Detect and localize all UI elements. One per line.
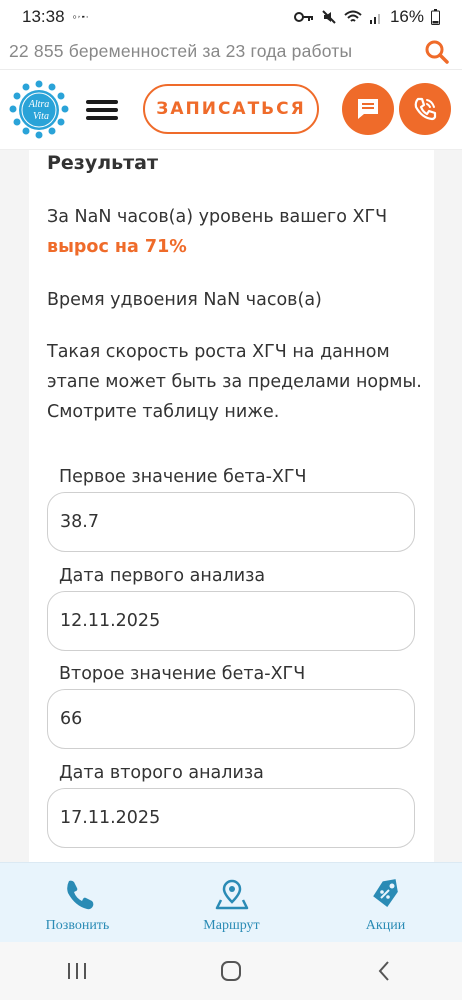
result-title: Результат — [47, 152, 159, 174]
first-value-input[interactable] — [47, 492, 415, 552]
second-value-label: Второе значение бета-ХГЧ — [59, 664, 306, 684]
phone-icon — [66, 880, 93, 910]
chat-icon — [358, 99, 378, 119]
call-button[interactable] — [399, 83, 451, 135]
recent-apps-icon[interactable] — [65, 960, 89, 982]
first-value-label: Первое значение бета-ХГЧ — [59, 467, 307, 487]
signal-icon — [369, 14, 380, 24]
status-bar: 13:38 16% — [0, 0, 462, 34]
second-date-label: Дата второго анализа — [59, 763, 264, 783]
mute-icon — [322, 10, 336, 24]
nav-call-label: Позвонить — [45, 918, 110, 933]
second-date-input[interactable] — [47, 788, 415, 848]
nav-route[interactable]: Маршрут — [184, 863, 279, 943]
phone-icon — [414, 97, 437, 121]
wifi-icon — [344, 10, 362, 22]
warning-line: этапе может быть за пределами нормы. — [47, 372, 422, 392]
first-date-label: Дата первого анализа — [59, 566, 266, 586]
nav-call[interactable]: Позвонить — [30, 863, 125, 943]
menu-line — [86, 108, 118, 112]
tag-icon — [372, 879, 398, 907]
chat-button[interactable] — [342, 83, 394, 135]
svg-text:Altra: Altra — [28, 99, 50, 110]
notification-icons — [72, 15, 88, 19]
search-icon[interactable] — [424, 39, 450, 65]
map-pin-icon — [215, 879, 248, 910]
warning-line: Смотрите таблицу ниже. — [47, 402, 280, 422]
promo-text: 22 855 беременностей за 23 года работы — [9, 41, 353, 61]
site-header: Altra Vita ЗАПИСАТЬСЯ — [0, 70, 462, 150]
second-value-input[interactable] — [47, 689, 415, 749]
android-navigation-bar — [0, 942, 462, 1000]
promo-search-bar[interactable]: 22 855 беременностей за 23 года работы — [0, 34, 462, 70]
key-icon — [293, 12, 313, 22]
back-icon[interactable] — [373, 959, 397, 983]
altra-vita-logo[interactable]: Altra Vita — [9, 80, 69, 140]
warning-text: Такая скорость роста ХГЧ на данном этапе… — [47, 337, 422, 427]
nav-promo[interactable]: Акции — [338, 863, 433, 943]
result-summary: За NaN часов(а) уровень вашего ХГЧ вырос… — [47, 202, 387, 262]
svg-text:Vita: Vita — [33, 111, 49, 122]
first-date-input[interactable] — [47, 591, 415, 651]
menu-line — [86, 100, 118, 104]
doubling-time: Время удвоения NaN часов(а) — [47, 290, 322, 310]
calculator-result-card: Результат За NaN часов(а) уровень вашего… — [29, 150, 434, 862]
hamburger-menu-button[interactable] — [86, 94, 118, 126]
menu-line — [86, 116, 118, 120]
battery-percent: 16% — [389, 7, 424, 26]
home-icon[interactable] — [219, 959, 243, 983]
signup-button[interactable]: ЗАПИСАТЬСЯ — [143, 84, 319, 134]
nav-route-label: Маршрут — [203, 918, 260, 933]
status-time: 13:38 — [22, 7, 65, 26]
growth-value: вырос на 71% — [47, 237, 187, 257]
result-line: За NaN часов(а) уровень вашего ХГЧ — [47, 207, 388, 227]
bottom-navigation: Позвонить Маршрут Акции — [0, 862, 462, 942]
nav-promo-label: Акции — [365, 918, 406, 933]
warning-line: Такая скорость роста ХГЧ на данном — [47, 342, 390, 362]
battery-icon — [431, 9, 440, 25]
